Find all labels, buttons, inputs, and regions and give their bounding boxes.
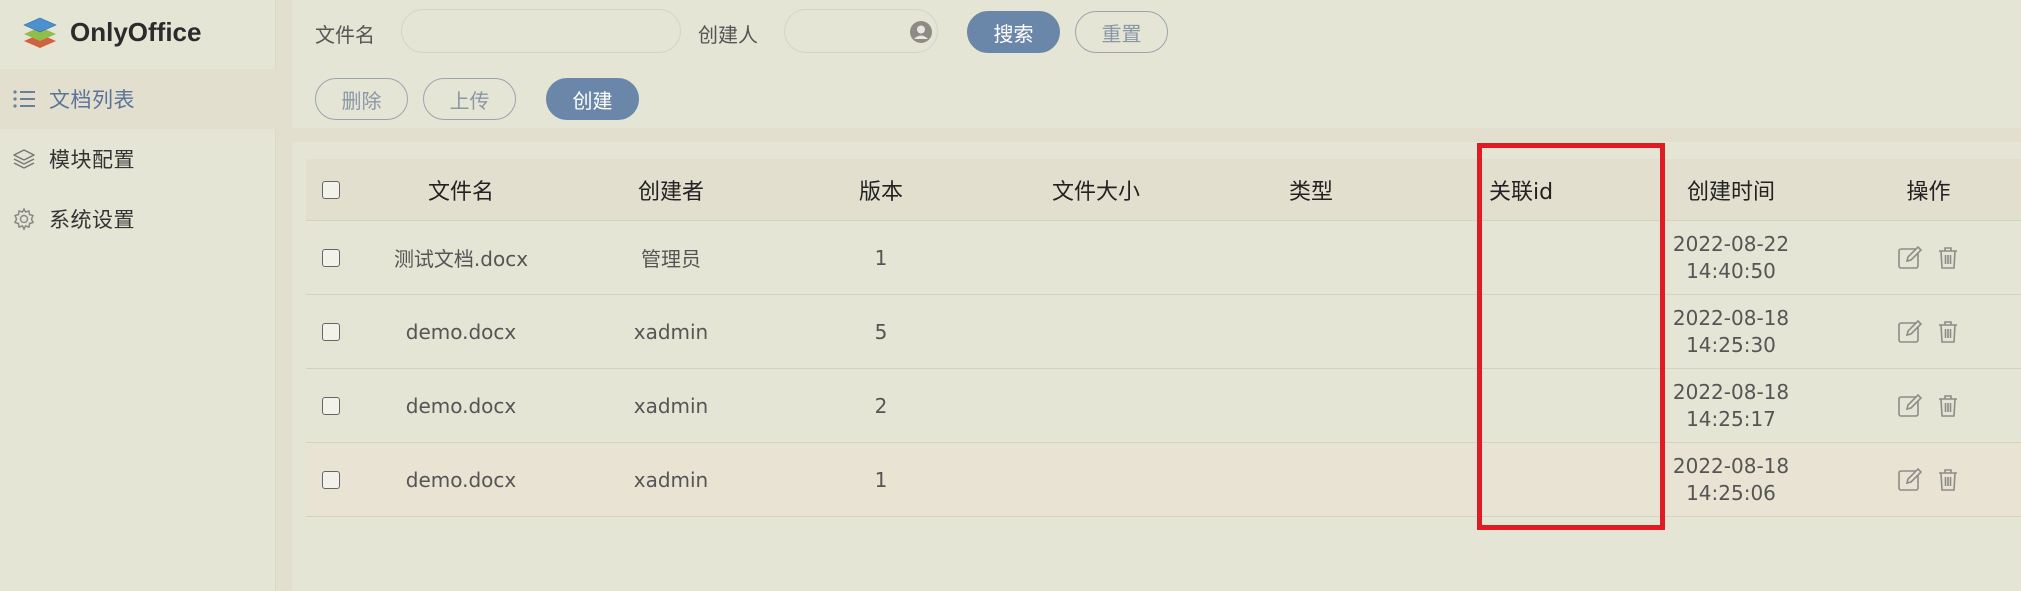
type-cell <box>1206 369 1416 442</box>
sidebar: OnlyOffice 文档列表 模块配置 系统设置 <box>0 0 276 591</box>
create-button[interactable]: 创建 <box>546 78 639 120</box>
size-cell <box>986 443 1206 516</box>
actions-cell <box>1836 295 2021 368</box>
actions-cell <box>1836 443 2021 516</box>
edit-icon[interactable] <box>1896 244 1924 272</box>
column-header-creator[interactable]: 创建者 <box>566 159 776 220</box>
brand-name: OnlyOffice <box>70 16 202 47</box>
actions-cell <box>1836 221 2021 294</box>
version-cell: 1 <box>874 245 888 270</box>
table-row[interactable]: demo.docx xadmin 2 2022-08-18 14:25:17 <box>306 369 2021 443</box>
created-time-cell: 2022-08-18 14:25:30 <box>1626 295 1836 368</box>
type-cell <box>1206 295 1416 368</box>
brand[interactable]: OnlyOffice <box>22 14 201 50</box>
stacked-layers-logo-icon <box>23 17 57 48</box>
filename-cell: demo.docx <box>405 319 517 344</box>
column-header-actions: 操作 <box>1906 179 1951 205</box>
sidebar-item-label: 文档列表 <box>49 88 135 112</box>
column-header-related-id[interactable]: 关联id <box>1416 159 1626 220</box>
trash-icon[interactable] <box>1934 466 1962 494</box>
column-header-type[interactable]: 类型 <box>1206 159 1416 220</box>
layers-icon <box>11 146 37 172</box>
column-header-created-time[interactable]: 创建时间 <box>1626 159 1836 220</box>
actions-cell <box>1836 369 2021 442</box>
creator-cell: xadmin <box>633 319 709 344</box>
table-row[interactable]: 测试文档.docx 管理员 1 2022-08-22 14:40:50 <box>306 221 2021 295</box>
row-checkbox[interactable] <box>322 322 340 341</box>
list-icon <box>11 86 37 112</box>
sidebar-item-document-list[interactable]: 文档列表 <box>0 69 276 129</box>
sidebar-item-system-settings[interactable]: 系统设置 <box>0 189 276 249</box>
layout-gutter <box>276 0 292 591</box>
trash-icon[interactable] <box>1934 318 1962 346</box>
created-time-cell: 2022-08-22 14:40:50 <box>1626 221 1836 294</box>
filename-cell: demo.docx <box>405 467 517 492</box>
user-avatar-icon[interactable] <box>909 20 933 44</box>
created-time-cell: 2022-08-18 14:25:06 <box>1626 443 1836 516</box>
column-header-filename[interactable]: 文件名 <box>356 159 566 220</box>
gear-icon <box>11 206 37 232</box>
related-id-cell <box>1416 369 1626 442</box>
table-row[interactable]: demo.docx xadmin 1 2022-08-18 14:25:06 <box>306 443 2021 517</box>
version-cell: 1 <box>874 467 888 492</box>
created-clock: 14:40:50 <box>1686 258 1776 283</box>
table-row[interactable]: demo.docx xadmin 5 2022-08-18 14:25:30 <box>306 295 2021 369</box>
filename-search-input[interactable] <box>401 9 681 53</box>
edit-icon[interactable] <box>1896 392 1924 420</box>
upload-button[interactable]: 上传 <box>423 78 516 120</box>
created-clock: 14:25:30 <box>1686 332 1776 357</box>
size-cell <box>986 369 1206 442</box>
version-cell: 2 <box>874 393 888 418</box>
filename-cell: demo.docx <box>405 393 517 418</box>
edit-icon[interactable] <box>1896 318 1924 346</box>
size-cell <box>986 295 1206 368</box>
type-cell <box>1206 443 1416 516</box>
related-id-cell <box>1416 295 1626 368</box>
column-header-version[interactable]: 版本 <box>776 159 986 220</box>
trash-icon[interactable] <box>1934 392 1962 420</box>
select-all-checkbox[interactable] <box>322 180 340 199</box>
creator-cell: 管理员 <box>641 247 701 271</box>
filename-cell: 测试文档.docx <box>393 247 529 271</box>
created-date: 2022-08-18 <box>1672 305 1790 330</box>
version-cell: 5 <box>874 319 888 344</box>
table-header: 文件名 创建者 版本 文件大小 类型 关联id 创建时间 操作 <box>306 159 2021 221</box>
created-date: 2022-08-18 <box>1672 453 1790 478</box>
creator-cell: xadmin <box>633 393 709 418</box>
delete-button[interactable]: 删除 <box>315 78 408 120</box>
sidebar-item-label: 系统设置 <box>49 208 135 232</box>
row-checkbox[interactable] <box>322 396 340 415</box>
created-clock: 14:25:17 <box>1686 406 1776 431</box>
created-date: 2022-08-22 <box>1672 231 1790 256</box>
reset-button[interactable]: 重置 <box>1075 11 1168 53</box>
search-button[interactable]: 搜索 <box>967 11 1060 53</box>
filename-label: 文件名 <box>315 23 375 47</box>
section-divider <box>292 128 2021 142</box>
created-date: 2022-08-18 <box>1672 379 1790 404</box>
edit-icon[interactable] <box>1896 466 1924 494</box>
row-checkbox[interactable] <box>322 470 340 489</box>
creator-label: 创建人 <box>698 23 758 47</box>
select-all-cell <box>306 159 356 220</box>
trash-icon[interactable] <box>1934 244 1962 272</box>
related-id-cell <box>1416 221 1626 294</box>
column-header-size[interactable]: 文件大小 <box>986 159 1206 220</box>
sidebar-item-label: 模块配置 <box>49 148 135 172</box>
related-id-cell <box>1416 443 1626 516</box>
creator-cell: xadmin <box>633 467 709 492</box>
row-checkbox[interactable] <box>322 248 340 267</box>
sidebar-item-module-config[interactable]: 模块配置 <box>0 129 276 189</box>
size-cell <box>986 221 1206 294</box>
created-time-cell: 2022-08-18 14:25:17 <box>1626 369 1836 442</box>
created-clock: 14:25:06 <box>1686 480 1776 505</box>
type-cell <box>1206 221 1416 294</box>
